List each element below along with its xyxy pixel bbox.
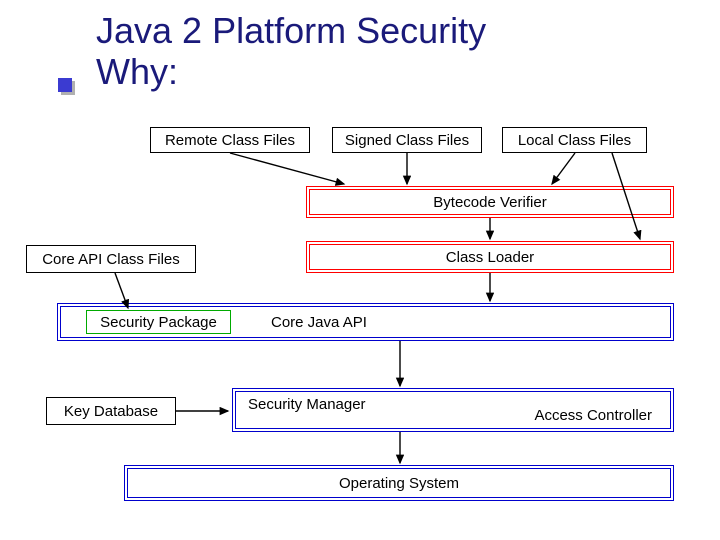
box-key-database: Key Database [46, 397, 176, 425]
box-class-loader: Class Loader [306, 241, 674, 273]
title-line2: Why: [96, 51, 486, 92]
label-access-controller: Access Controller [534, 407, 652, 424]
box-local-class-files: Local Class Files [502, 127, 647, 153]
box-security-bar: Security Manager Access Controller [232, 388, 674, 432]
box-operating-system: Operating System [124, 465, 674, 501]
slide-title: Java 2 Platform Security Why: [96, 10, 486, 93]
box-security-package: Security Package [86, 310, 231, 334]
label-security-manager: Security Manager [248, 396, 366, 413]
box-bytecode-verifier: Bytecode Verifier [306, 186, 674, 218]
box-remote-class-files: Remote Class Files [150, 127, 310, 153]
box-core-api-class-files: Core API Class Files [26, 245, 196, 273]
title-line1: Java 2 Platform Security [96, 10, 486, 51]
box-signed-class-files: Signed Class Files [332, 127, 482, 153]
title-bullet [58, 78, 78, 98]
